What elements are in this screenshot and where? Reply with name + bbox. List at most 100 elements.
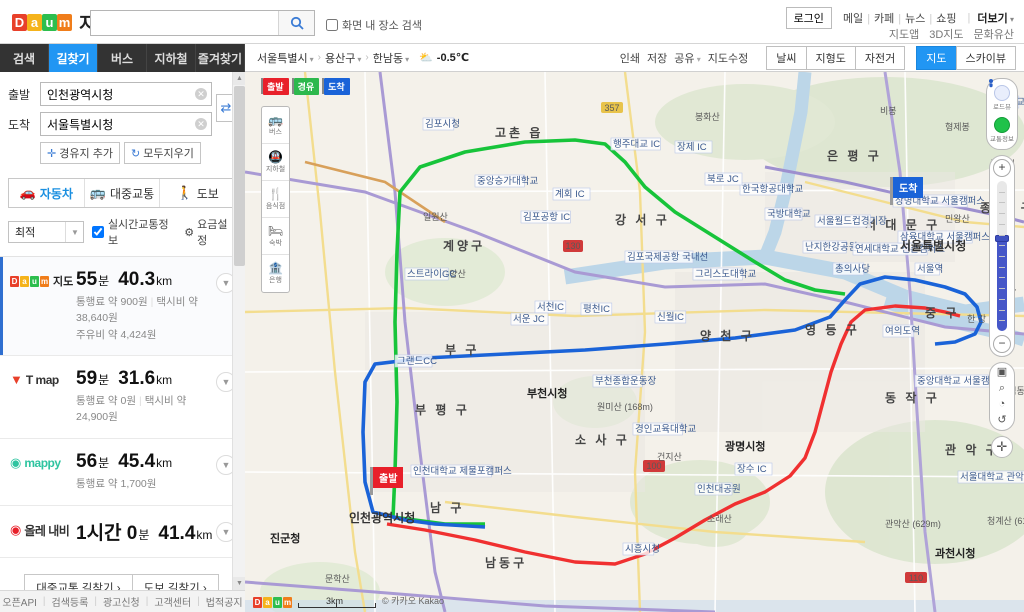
map-category-bank[interactable]: 🏦 은행 — [262, 255, 289, 292]
map-label: 양 천 구 — [700, 328, 755, 343]
breadcrumb-item-0[interactable]: 서울특별시 ▾ — [257, 50, 314, 66]
sub-link-2[interactable]: 문화유산 — [974, 26, 1014, 42]
footer-link-0[interactable]: 오픈API — [2, 594, 37, 609]
tmap-icon: ▼ — [10, 372, 23, 388]
sidebar-scrollbar[interactable]: ▲ ▼ — [232, 72, 246, 590]
sub-link-0[interactable]: 지도앱 — [889, 26, 919, 42]
top-link-1[interactable]: 카페 — [874, 13, 894, 25]
dest-input[interactable] — [41, 113, 211, 135]
tab-2[interactable]: 버스 — [98, 44, 147, 72]
compass-icon[interactable]: ◔ — [999, 399, 1006, 410]
top-link-2[interactable]: 뉴스 — [905, 13, 925, 25]
mode-car[interactable]: 🚗 자동차 — [9, 179, 85, 207]
scrollbar-thumb[interactable] — [234, 86, 245, 266]
scope-checkbox[interactable]: 화면 내 장소 검색 — [326, 17, 422, 33]
map-flag-경유[interactable]: 경유 — [291, 78, 320, 95]
layer-button-1[interactable]: 지형도 — [805, 45, 856, 70]
map-label: 여의도역 — [885, 325, 920, 337]
search-input[interactable] — [91, 11, 278, 35]
sort-select[interactable]: 최적 ▼ — [8, 221, 84, 243]
walk-icon: 🚶 — [176, 185, 193, 200]
mode-label: 자동차 — [39, 186, 73, 201]
logo-letter: D — [253, 597, 262, 608]
map-category-subway[interactable]: 🚇 지하철 — [262, 144, 289, 181]
map-label: 건지산 — [657, 452, 682, 462]
origin-field[interactable]: ✕ — [40, 82, 212, 106]
origin-label: 출발 — [8, 87, 31, 102]
map-tool-0[interactable]: 인쇄 — [620, 53, 640, 65]
clear-all-button[interactable]: ↻ 모두지우기 — [123, 142, 201, 164]
map-category-hotel[interactable]: 🛏 숙박 — [262, 218, 289, 255]
breadcrumb-item-2[interactable]: 한남동 ▾ — [373, 50, 409, 66]
footer-link-1[interactable]: 검색등록 — [52, 594, 89, 609]
locate-plus-icon[interactable]: ✛ — [991, 436, 1013, 458]
map-tool-3[interactable]: 지도수정 — [708, 53, 748, 65]
more-link[interactable]: 더보기 ▾ — [977, 10, 1014, 26]
view-button-1[interactable]: 스카이뷰 — [955, 45, 1016, 70]
walk-route-button[interactable]: 도보 길찾기 › — [131, 573, 219, 590]
top-link-3[interactable]: 쇼핑 — [936, 13, 956, 25]
clear-x-icon[interactable]: ✕ — [195, 88, 207, 100]
divider: | — [929, 13, 933, 25]
mode-walk[interactable]: 🚶 도보 — [160, 179, 235, 207]
search-icon[interactable] — [278, 11, 314, 35]
zoom-control[interactable]: + − — [989, 155, 1015, 357]
map-tool-1[interactable]: 저장 — [647, 53, 667, 65]
mode-bus[interactable]: 🚌 대중교통 — [85, 179, 161, 207]
footer-link-2[interactable]: 광고신청 — [103, 594, 140, 609]
breadcrumb-item-1[interactable]: 용산구 ▾ — [325, 50, 361, 66]
layer-button-0[interactable]: 날씨 — [766, 45, 807, 70]
footer-link-4[interactable]: 법적공지 — [206, 594, 243, 609]
map-tool-2[interactable]: 공유 ▾ — [674, 53, 701, 65]
tab-0[interactable]: 검색 — [0, 44, 49, 72]
map-category-restaurant[interactable]: 🍴 음식점 — [262, 181, 289, 218]
end-marker[interactable]: 도착 — [890, 177, 924, 205]
scope-checkbox-input[interactable] — [326, 19, 338, 31]
view-button-0[interactable]: 지도 — [916, 45, 957, 70]
zoom-slider-track[interactable] — [995, 181, 1009, 331]
map-label: 광명시청 — [725, 439, 765, 453]
clear-x-icon[interactable]: ✕ — [195, 118, 207, 130]
traffic-button[interactable]: 교통정보 — [990, 115, 1014, 145]
tab-4[interactable]: 즐겨찾기 — [196, 44, 245, 72]
minimap-icon[interactable]: ▣ — [997, 367, 1007, 378]
route-item[interactable]: ◉ mappy 56분 45.4km 통행료 약 1,700원 ▼ — [0, 438, 244, 506]
zoom-out-button[interactable]: − — [993, 335, 1011, 353]
measure-icon[interactable]: ⌕ — [999, 383, 1005, 394]
map-label: 행주대교 IC — [613, 138, 660, 150]
roadview-button[interactable]: 로드뷰 — [989, 79, 1011, 113]
add-waypoint-button[interactable]: ✛ 경유지 추가 — [40, 142, 120, 164]
zoom-slider-thumb[interactable] — [995, 234, 1009, 242]
undo-icon[interactable]: ↺ — [997, 415, 1006, 426]
map-label: 원미산 (168m) — [597, 402, 653, 412]
route-headline: 1시간 0분 41.4km — [76, 518, 216, 545]
logo-letter: D — [12, 14, 27, 31]
end-place-label: 서울특별시청 — [900, 239, 967, 253]
route-item[interactable]: ◉ 올레 내비 1시간 0분 41.4km ▼ — [0, 505, 244, 558]
map-category-bus[interactable]: 🚌 버스 — [262, 107, 289, 144]
login-button[interactable]: 로그인 — [785, 7, 832, 29]
map-canvas[interactable]: 130 100 357 110 김포시청고촌 읍봉화산비봉형제봉은 평 구국민대… — [245, 72, 1024, 612]
transit-route-button[interactable]: 대중교통 길찾기 › — [24, 573, 133, 590]
map-flag-도착[interactable]: 도착 — [322, 78, 350, 95]
search-box[interactable] — [90, 10, 315, 36]
route-item[interactable]: Da u m 지도 55분 40.3km 통행료 약 900원 | 택시비 약 38,640원 주… — [0, 257, 244, 357]
footer-link-3[interactable]: 고객센터 — [154, 594, 191, 609]
route-item[interactable]: ▼ T map 59분 31.6km 통행료 약 0원 | 택시비 약 24,900원 ▼ — [0, 356, 244, 439]
sub-link-1[interactable]: 3D지도 — [929, 26, 963, 42]
layer-button-2[interactable]: 자전거 — [854, 45, 906, 70]
dest-field[interactable]: ✕ — [40, 112, 212, 136]
bus-icon: 🚌 — [89, 185, 107, 200]
map-category-toolbar: 🚌 버스 🚇 지하철 🍴 음식점 🛏 숙박 🏦 은행 — [261, 106, 290, 293]
top-link-0[interactable]: 메일 — [843, 13, 863, 25]
daum-map-page: Daum 지도 화면 내 장소 검색 로그인 메일|카페|뉴스|쇼핑 | 더보기… — [0, 0, 1024, 612]
origin-input[interactable] — [41, 83, 211, 105]
map-flag-출발[interactable]: 출발 — [261, 78, 289, 95]
traffic-checkbox[interactable]: 실시간교통정보 — [91, 216, 176, 248]
tab-1[interactable]: 길찾기 — [49, 44, 98, 72]
fee-settings-button[interactable]: ⚙ 요금설정 — [184, 216, 236, 248]
zoom-in-button[interactable]: + — [993, 159, 1011, 177]
traffic-checkbox-input[interactable] — [91, 226, 104, 238]
start-marker[interactable]: 출발 — [370, 467, 404, 495]
tab-3[interactable]: 지하철 — [147, 44, 196, 72]
